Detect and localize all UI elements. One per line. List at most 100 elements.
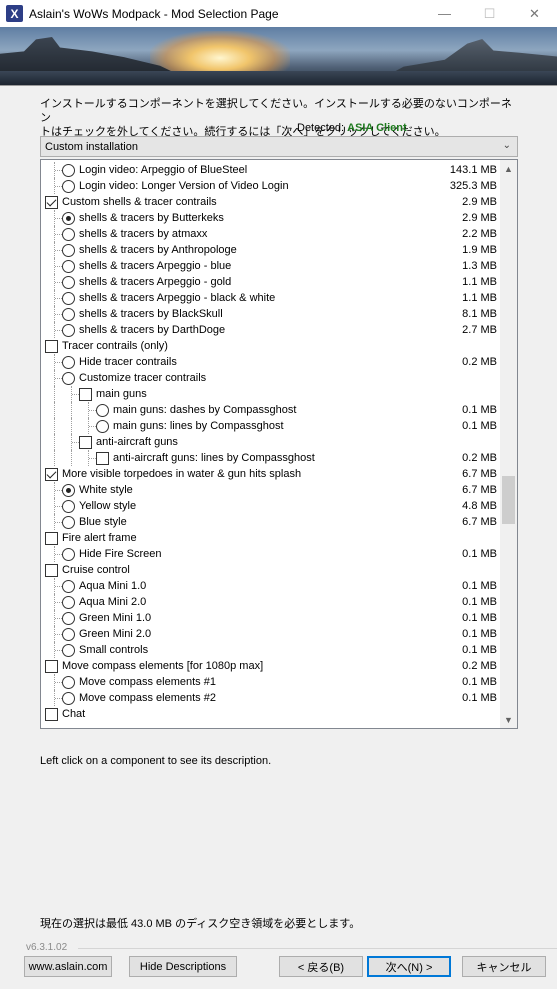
option-radio[interactable] bbox=[62, 500, 75, 513]
option-radio[interactable] bbox=[62, 356, 75, 369]
scroll-up-icon[interactable]: ▲ bbox=[500, 160, 517, 177]
component-checkbox[interactable] bbox=[45, 532, 58, 545]
banner-divider bbox=[0, 85, 557, 86]
maximize-button[interactable]: ☐ bbox=[467, 0, 512, 27]
tree-item[interactable]: Move compass elements #1 0.1 MB bbox=[41, 674, 501, 690]
option-radio[interactable] bbox=[62, 372, 75, 385]
tree-item[interactable]: Fire alert frame bbox=[41, 530, 501, 546]
tree-item[interactable]: shells & tracers by DarthDoge 2.7 MB bbox=[41, 322, 501, 338]
tree-item[interactable]: Green Mini 1.0 0.1 MB bbox=[41, 610, 501, 626]
tree-item[interactable]: Yellow style 4.8 MB bbox=[41, 498, 501, 514]
component-checkbox[interactable] bbox=[45, 660, 58, 673]
component-checkbox[interactable] bbox=[96, 452, 109, 465]
tree-item-size: 0.1 MB bbox=[462, 676, 497, 688]
tree-item[interactable]: main guns: dashes by Compassghost 0.1 MB bbox=[41, 402, 501, 418]
tree-item[interactable]: shells & tracers Arpeggio - blue 1.3 MB bbox=[41, 258, 501, 274]
scrollbar-thumb[interactable] bbox=[502, 476, 515, 524]
tree-item[interactable]: Hide Fire Screen 0.1 MB bbox=[41, 546, 501, 562]
tree-item[interactable]: anti-aircraft guns: lines by Compassghos… bbox=[41, 450, 501, 466]
installation-type-dropdown[interactable]: Custom installation ⌄ bbox=[40, 136, 518, 157]
tree-item[interactable]: Small controls 0.1 MB bbox=[41, 642, 501, 658]
tree-item[interactable]: Aqua Mini 2.0 0.1 MB bbox=[41, 594, 501, 610]
hide-descriptions-button[interactable]: Hide Descriptions bbox=[129, 956, 237, 977]
option-radio[interactable] bbox=[96, 420, 109, 433]
component-checkbox[interactable] bbox=[45, 564, 58, 577]
tree-item-label: Aqua Mini 2.0 bbox=[79, 596, 147, 608]
option-radio[interactable] bbox=[62, 324, 75, 337]
tree-item[interactable]: main guns bbox=[41, 386, 501, 402]
option-radio[interactable] bbox=[62, 180, 75, 193]
tree-item-label: shells & tracers by atmaxx bbox=[79, 228, 208, 240]
tree-item[interactable]: Move compass elements #2 0.1 MB bbox=[41, 690, 501, 706]
option-radio[interactable] bbox=[62, 548, 75, 561]
tree-guide-line bbox=[54, 418, 55, 434]
tree-item[interactable]: shells & tracers by Anthropologe 1.9 MB bbox=[41, 242, 501, 258]
next-button[interactable]: 次へ(N) > bbox=[367, 956, 451, 977]
tree-item-size: 2.9 MB bbox=[462, 212, 497, 224]
tree-item[interactable]: shells & tracers by atmaxx 2.2 MB bbox=[41, 226, 501, 242]
option-radio[interactable] bbox=[62, 260, 75, 273]
option-radio[interactable] bbox=[62, 276, 75, 289]
minimize-button[interactable]: — bbox=[422, 0, 467, 27]
tree-item[interactable]: Cruise control bbox=[41, 562, 501, 578]
website-button[interactable]: www.aslain.com bbox=[24, 956, 112, 977]
tree-guide-line bbox=[71, 418, 72, 434]
tree-item[interactable]: main guns: lines by Compassghost 0.1 MB bbox=[41, 418, 501, 434]
option-radio[interactable] bbox=[62, 292, 75, 305]
tree-item[interactable]: Tracer contrails (only) bbox=[41, 338, 501, 354]
tree-item[interactable]: Aqua Mini 1.0 0.1 MB bbox=[41, 578, 501, 594]
option-radio[interactable] bbox=[62, 308, 75, 321]
tree-item[interactable]: Chat bbox=[41, 706, 501, 722]
tree-item[interactable]: More visible torpedoes in water & gun hi… bbox=[41, 466, 501, 482]
option-radio[interactable] bbox=[62, 628, 75, 641]
cancel-button[interactable]: キャンセル bbox=[462, 956, 546, 977]
component-checkbox[interactable] bbox=[45, 196, 58, 209]
tree-item[interactable]: White style 6.7 MB bbox=[41, 482, 501, 498]
tree-guide-branch bbox=[55, 234, 62, 235]
tree-item[interactable]: Custom shells & tracer contrails 2.9 MB bbox=[41, 194, 501, 210]
tree-item[interactable]: anti-aircraft guns bbox=[41, 434, 501, 450]
detected-value: ASIA Client bbox=[347, 122, 407, 134]
component-checkbox[interactable] bbox=[45, 708, 58, 721]
option-radio[interactable] bbox=[96, 404, 109, 417]
tree-item[interactable]: Hide tracer contrails 0.2 MB bbox=[41, 354, 501, 370]
tree-item[interactable]: Customize tracer contrails bbox=[41, 370, 501, 386]
tree-item-label: shells & tracers Arpeggio - gold bbox=[79, 276, 232, 288]
component-checkbox[interactable] bbox=[45, 340, 58, 353]
tree-item-label: More visible torpedoes in water & gun hi… bbox=[62, 468, 302, 480]
close-button[interactable]: ✕ bbox=[512, 0, 557, 27]
option-radio[interactable] bbox=[62, 244, 75, 257]
option-radio[interactable] bbox=[62, 596, 75, 609]
option-radio[interactable] bbox=[62, 676, 75, 689]
tree-guide-branch bbox=[55, 634, 62, 635]
tree-item[interactable]: shells & tracers Arpeggio - gold 1.1 MB bbox=[41, 274, 501, 290]
option-radio[interactable] bbox=[62, 612, 75, 625]
tree-item[interactable]: Blue style 6.7 MB bbox=[41, 514, 501, 530]
component-tree[interactable]: Login video: Arpeggio of BlueSteel 143.1 … bbox=[40, 159, 518, 729]
option-radio[interactable] bbox=[62, 644, 75, 657]
component-checkbox[interactable] bbox=[79, 388, 92, 401]
option-radio[interactable] bbox=[62, 516, 75, 529]
tree-item[interactable]: Login video: Arpeggio of BlueSteel 143.1 … bbox=[41, 162, 501, 178]
tree-item[interactable]: shells & tracers Arpeggio - black & whit… bbox=[41, 290, 501, 306]
option-radio[interactable] bbox=[62, 692, 75, 705]
option-radio[interactable] bbox=[62, 228, 75, 241]
option-radio[interactable] bbox=[62, 212, 75, 225]
option-radio[interactable] bbox=[62, 580, 75, 593]
component-checkbox[interactable] bbox=[45, 468, 58, 481]
component-checkbox[interactable] bbox=[79, 436, 92, 449]
scroll-down-icon[interactable]: ▼ bbox=[500, 711, 517, 728]
tree-item-label: anti-aircraft guns bbox=[96, 436, 178, 448]
option-radio[interactable] bbox=[62, 164, 75, 177]
tree-scrollbar[interactable]: ▲ ▼ bbox=[500, 160, 517, 728]
tree-item[interactable]: shells & tracers by Butterkeks 2.9 MB bbox=[41, 210, 501, 226]
tree-item[interactable]: Green Mini 2.0 0.1 MB bbox=[41, 626, 501, 642]
tree-item[interactable]: Move compass elements [for 1080p max] 0.2… bbox=[41, 658, 501, 674]
tree-item[interactable]: Login video: Longer Version of Video Log… bbox=[41, 178, 501, 194]
tree-item[interactable]: shells & tracers by BlackSkull 8.1 MB bbox=[41, 306, 501, 322]
tree-guide-branch bbox=[55, 490, 62, 491]
back-button[interactable]: < 戻る(B) bbox=[279, 956, 363, 977]
tree-item-label: Move compass elements #1 bbox=[79, 676, 216, 688]
option-radio[interactable] bbox=[62, 484, 75, 497]
tree-guide-branch bbox=[72, 442, 79, 443]
